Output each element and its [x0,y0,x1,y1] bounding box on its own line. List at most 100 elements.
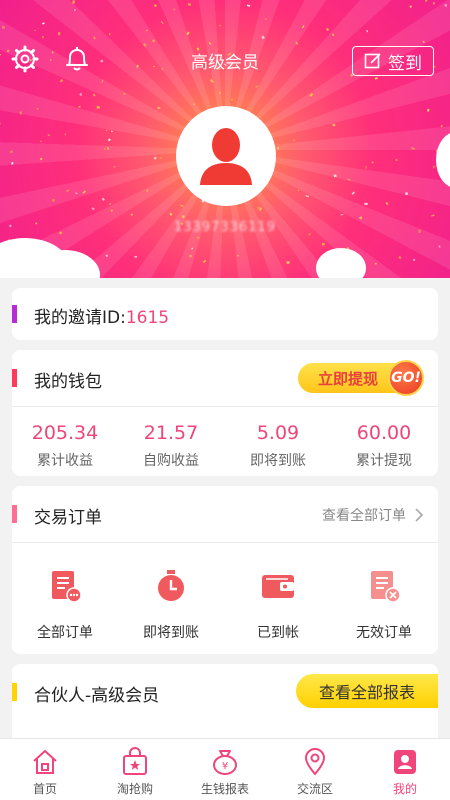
confetti-piece [105,129,108,132]
confetti-piece [0,121,1,125]
stat-self-purchase[interactable]: 21.57 自购收益 [118,422,224,470]
confetti-piece [173,8,176,11]
order-label: 全部订单 [37,625,93,641]
invite-card: 我的邀请ID:1615 [12,288,438,340]
confetti-piece [405,192,408,195]
bottom-tab-bar: 首页 淘抢购 ¥ 生钱报表 交流区 我的 [0,738,450,800]
confetti-piece [110,209,114,212]
all-orders-icon [52,571,82,603]
stat-total-earnings[interactable]: 205.34 累计收益 [12,422,118,470]
confetti-piece [109,202,112,205]
flash-sale-icon [123,747,147,775]
stat-label: 累计提现 [356,453,412,469]
confetti-piece [187,3,191,6]
withdraw-button[interactable]: 立即提现 GO! [298,360,424,396]
wallet-title: 我的钱包 [34,372,102,392]
order-label: 无效订单 [356,625,412,641]
tab-money-report[interactable]: ¥ 生钱报表 [180,739,270,800]
confetti-piece [1,25,6,29]
tab-label: 交流区 [296,782,333,796]
confetti-piece [374,77,378,80]
confetti-piece [424,0,428,2]
confetti-piece [231,98,234,101]
go-badge: GO! [388,360,424,396]
confetti-piece [202,259,207,264]
confetti-piece [180,204,184,207]
section-marker [12,305,17,323]
home-icon [33,750,57,774]
confetti-piece [218,91,222,95]
tab-label: 我的 [392,782,417,796]
stat-pending[interactable]: 5.09 即将到账 [225,422,331,470]
confetti-piece [57,31,61,36]
stat-label: 累计收益 [37,453,93,469]
confetti-piece [159,157,162,160]
partner-card: 合伙人-高级会员 查看全部报表 [12,664,438,744]
confetti-piece [321,243,325,246]
stat-total-withdrawn[interactable]: 60.00 累计提现 [331,422,437,470]
edit-icon [364,53,381,69]
invite-id: 我的邀请ID:1615 [34,303,169,328]
avatar[interactable] [176,106,276,206]
partner-title: 合伙人-高级会员 [34,686,160,706]
tab-community[interactable]: 交流区 [270,739,360,800]
tab-home[interactable]: 首页 [0,739,90,800]
profile-header: 高级会员 签到 13397336119 [0,0,450,278]
confetti-piece [105,254,109,258]
confetti-piece [412,258,416,262]
confetti-piece [364,202,368,206]
confetti-piece [431,214,435,217]
user-silhouette-icon [200,128,252,185]
confetti-piece [109,32,111,36]
confetti-piece [305,195,310,198]
confetti-piece [64,133,67,136]
confetti-piece [438,245,441,248]
confetti-piece [181,214,185,219]
chevron-right-icon [415,508,424,522]
order-invalid[interactable]: 无效订单 [331,568,437,642]
confetti-piece [11,161,14,165]
confetti-piece [110,130,113,133]
confetti-piece [113,166,116,168]
tab-mine[interactable]: 我的 [360,739,450,800]
confetti-piece [347,178,351,181]
orders-title: 交易订单 [34,508,102,528]
confetti-piece [411,147,416,150]
location-pin-icon [304,748,326,776]
confetti-piece [366,30,369,33]
confetti-piece [196,237,200,239]
confetti-piece [444,4,447,7]
confetti-piece [422,40,425,44]
confetti-piece [432,2,435,5]
confetti-piece [295,41,299,45]
section-marker [12,683,17,701]
confetti-piece [153,156,157,160]
confetti-piece [134,256,138,258]
confetti-piece [154,4,157,7]
confetti-piece [19,111,23,115]
view-all-reports-button[interactable]: 查看全部报表 [296,674,438,708]
confetti-piece [146,189,149,192]
view-all-orders-link[interactable]: 查看全部订单 [322,505,424,525]
order-all[interactable]: 全部订单 [12,568,118,642]
confetti-piece [208,41,212,45]
confetti-piece [96,106,100,109]
confetti-piece [440,124,443,128]
confetti-piece [359,216,363,220]
order-pending[interactable]: 即将到账 [118,568,224,642]
confetti-piece [385,201,389,206]
wallet-card: 我的钱包 立即提现 GO! 205.34 累计收益 21.57 自购收益 5.0… [12,350,438,476]
checkin-button[interactable]: 签到 [352,46,434,76]
confetti-piece [157,106,161,110]
svg-text:¥: ¥ [222,761,228,772]
confetti-piece [246,4,251,7]
confetti-piece [193,103,195,105]
confetti-piece [51,198,55,202]
tab-flash-sale[interactable]: 淘抢购 [90,739,180,800]
order-arrived[interactable]: 已到帐 [225,568,331,642]
profile-icon [394,750,416,774]
stat-value: 5.09 [256,422,300,444]
confetti-piece [142,42,147,47]
tab-label: 淘抢购 [116,782,153,796]
confetti-piece [107,138,111,142]
